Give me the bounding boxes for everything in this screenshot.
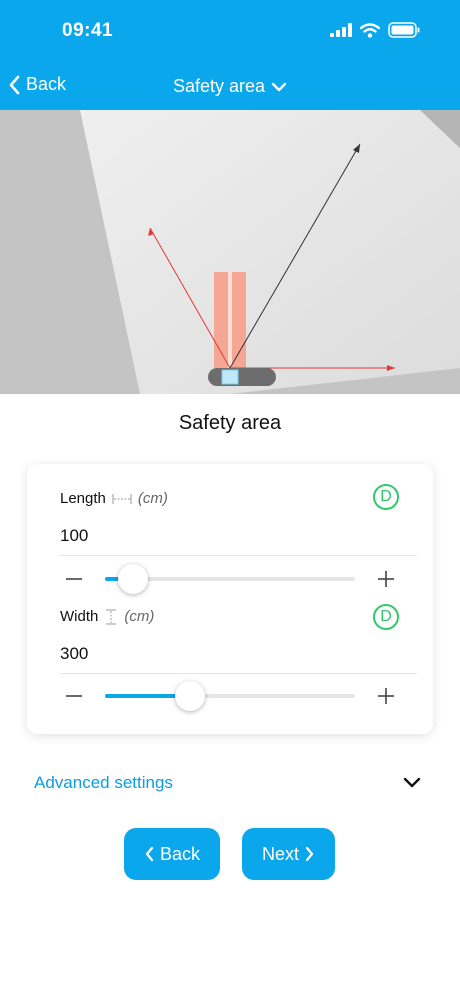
status-icons (330, 22, 420, 38)
width-unit: (cm) (124, 608, 155, 625)
width-dimension-icon (106, 609, 117, 624)
length-slider-thumb[interactable] (117, 564, 148, 594)
length-default-badge[interactable]: D (373, 484, 399, 510)
chevron-right-icon (305, 846, 314, 862)
length-slider[interactable] (105, 564, 355, 594)
nav-title: Safety area (172, 76, 266, 96)
next-button-label: Next (261, 843, 299, 864)
chevron-down-icon (271, 82, 287, 91)
section-title: Safety area (178, 412, 282, 434)
width-decrease-button[interactable] (63, 685, 85, 707)
preview-scene (0, 110, 460, 394)
advanced-settings-toggle[interactable]: Advanced settings (34, 773, 173, 793)
chevron-down-icon[interactable] (402, 776, 422, 790)
battery-icon (388, 22, 420, 38)
next-button[interactable]: Next (242, 828, 335, 880)
length-unit: (cm) (137, 490, 168, 507)
parameters-card: Length (cm) D 100 Width (cm) D 300 (27, 464, 433, 734)
length-label-row: Length (cm) (60, 490, 168, 507)
width-default-badge[interactable]: D (373, 604, 399, 630)
width-increase-button[interactable] (375, 685, 397, 707)
device-base (208, 368, 276, 386)
wifi-icon (360, 22, 380, 38)
device-screen (221, 369, 239, 385)
safety-area-preview[interactable] (0, 110, 460, 394)
length-label: Length (60, 490, 106, 507)
length-increase-button[interactable] (375, 568, 397, 590)
width-slider[interactable] (105, 681, 355, 711)
width-divider (60, 673, 417, 674)
length-value[interactable]: 100 (60, 526, 88, 546)
chevron-left-icon (145, 846, 154, 862)
width-slider-thumb[interactable] (175, 681, 205, 711)
length-dimension-icon (112, 493, 132, 504)
status-time: 09:41 (62, 20, 114, 41)
signal-icon (330, 23, 352, 37)
nav-title-dropdown[interactable]: Safety area (0, 76, 460, 97)
width-label: Width (60, 608, 99, 625)
length-divider (60, 555, 417, 556)
width-value[interactable]: 300 (60, 644, 88, 664)
length-decrease-button[interactable] (63, 568, 85, 590)
width-label-row: Width (cm) (60, 608, 154, 625)
header: 09:41 Back Safety area (0, 0, 460, 110)
back-button-label: Back (159, 843, 201, 864)
back-button[interactable]: Back (124, 828, 220, 880)
